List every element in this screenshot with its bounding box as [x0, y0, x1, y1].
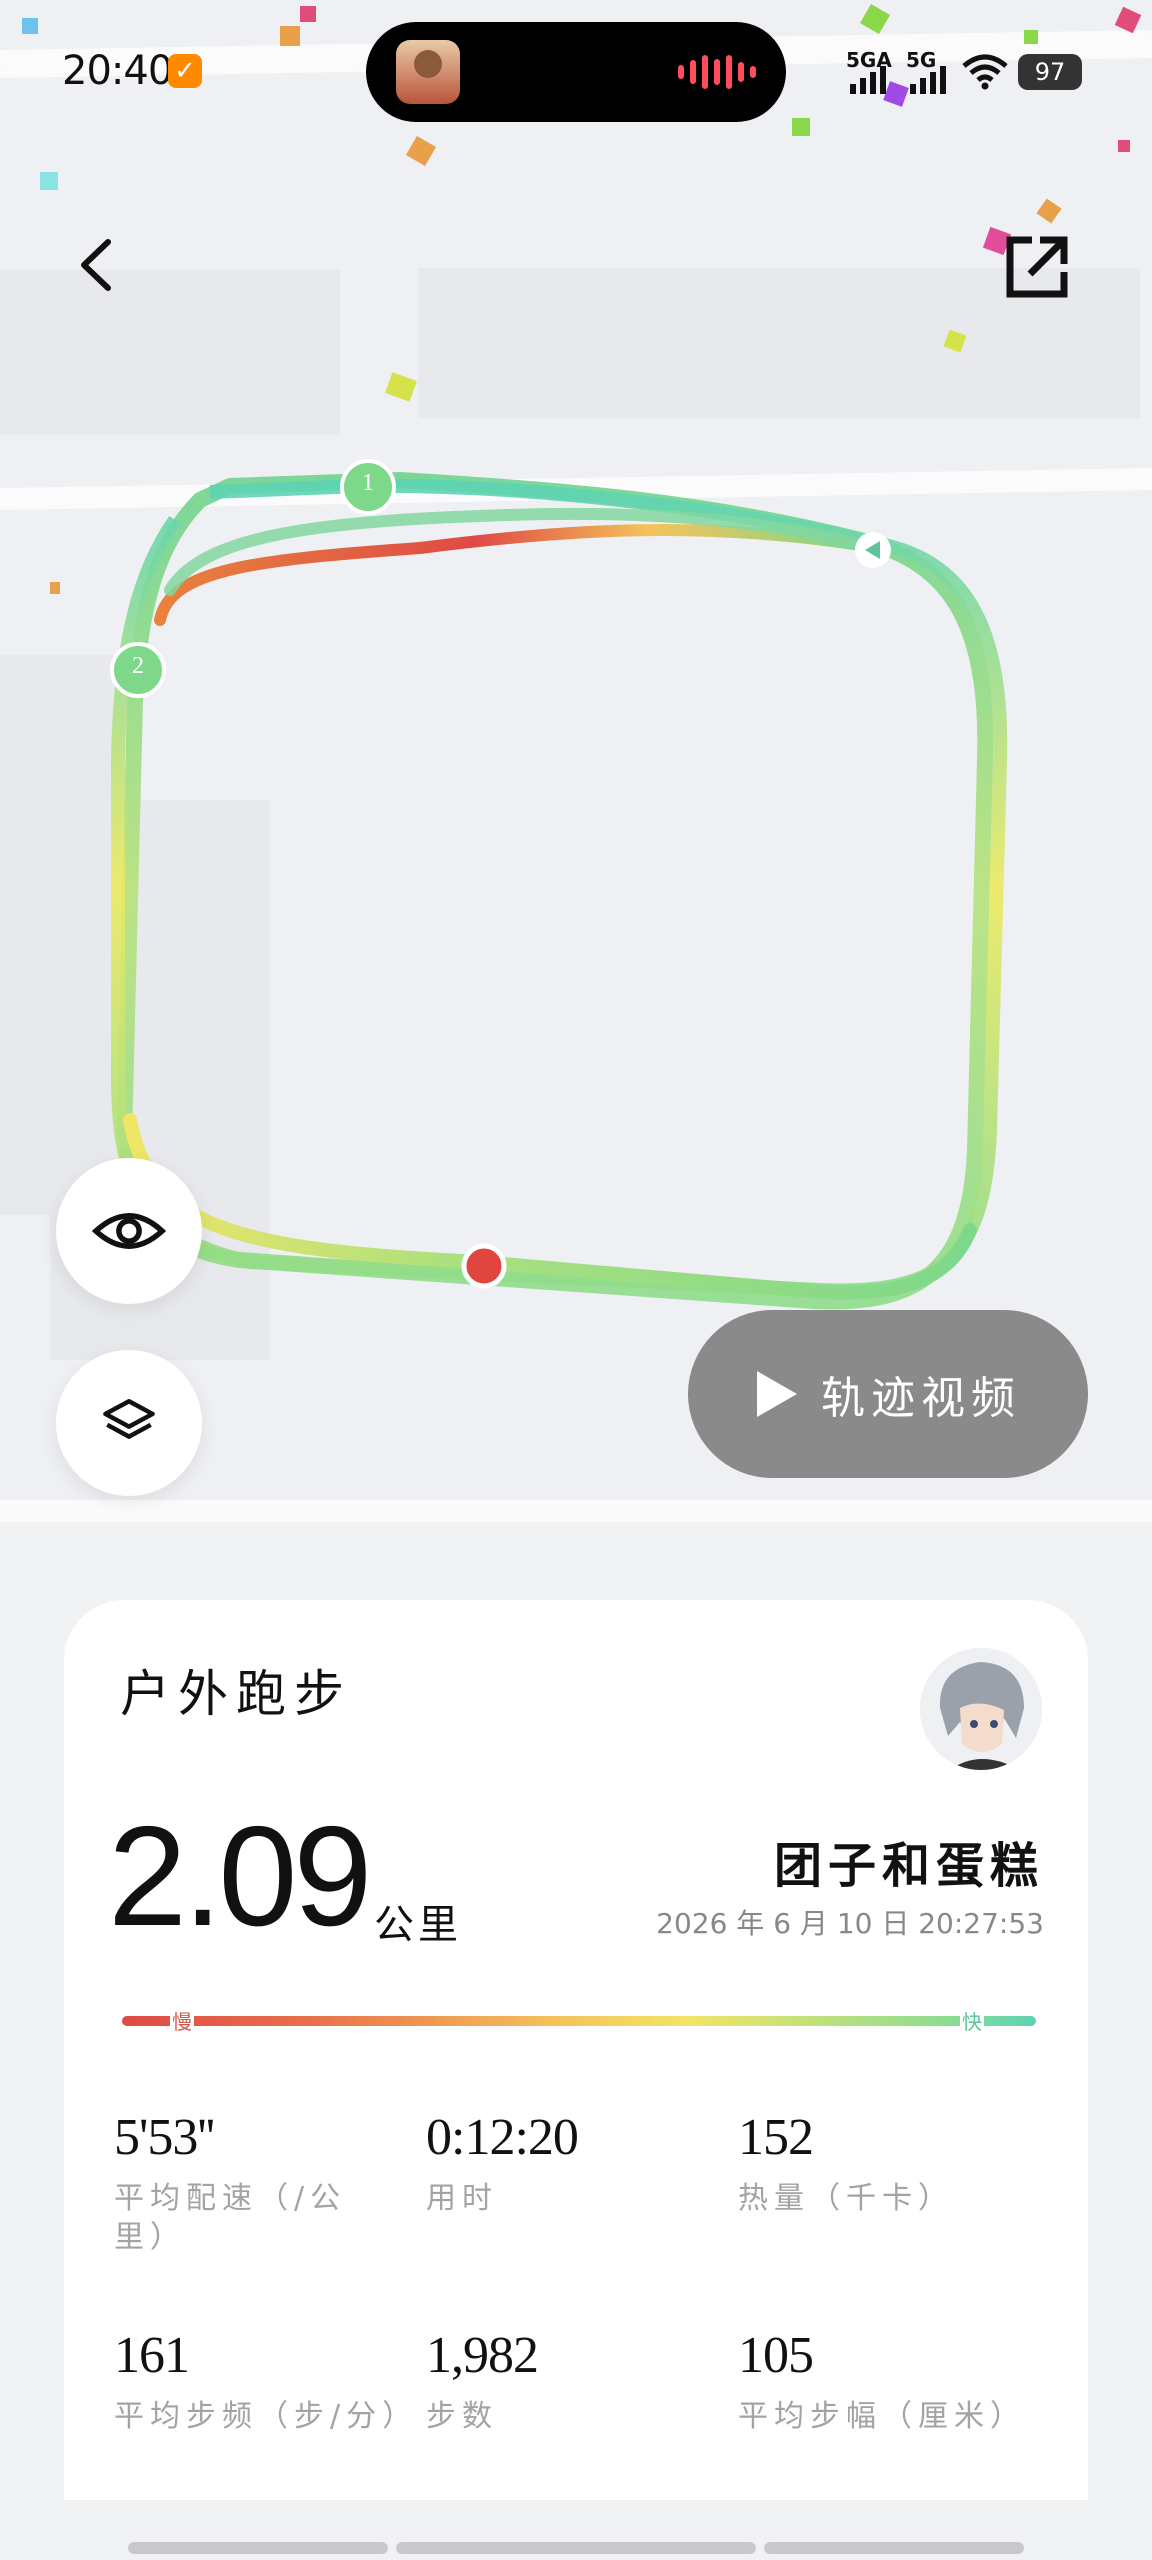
stat-calories: 152 热量（千卡）: [738, 2108, 988, 2218]
home-indicator: [128, 2542, 388, 2554]
eye-icon: [92, 1213, 166, 1249]
stat-value: 5'53'': [114, 2109, 215, 2166]
avatar-image: [920, 1648, 1042, 1770]
back-arrow-icon: [81, 239, 111, 291]
stat-label: 平均步幅（厘米）: [738, 2399, 1026, 2434]
notification-check-icon: ✓: [168, 54, 202, 88]
signal-bars-icon: [910, 66, 946, 94]
share-external-icon: [1006, 236, 1068, 298]
stat-duration: 0:12:20 用时: [426, 2108, 676, 2218]
sport-type-title: 户外跑步: [120, 1665, 352, 1723]
status-bar: 20:40 ✓ 5GA 5G 97: [0, 0, 1152, 150]
signal-bars-icon: [850, 66, 886, 94]
stat-label: 步数: [426, 2399, 498, 2434]
island-avatar: [396, 40, 460, 104]
pace-fast-label: 快: [960, 2006, 984, 2035]
username: 团子和蛋糕: [773, 1838, 1044, 1894]
home-indicator: [764, 2542, 1024, 2554]
home-indicator: [396, 2542, 756, 2554]
pace-slow-label: 慢: [170, 2006, 194, 2035]
stat-value: 161: [114, 2327, 190, 2384]
stat-value: 1,982: [426, 2327, 539, 2384]
stat-label: 用时: [426, 2181, 498, 2216]
user-avatar[interactable]: [920, 1648, 1042, 1770]
battery-indicator: 97: [1018, 54, 1082, 90]
run-summary-card: 户外跑步 2.09 公里 团子和蛋糕 2026 年 6 月 10 日 20:27…: [64, 1600, 1088, 2500]
km-marker-1: 1: [362, 470, 374, 496]
stat-avg-pace: 5'53'' 平均配速（/公里）: [114, 2108, 364, 2257]
wifi-icon: [962, 54, 1008, 90]
stat-steps: 1,982 步数: [426, 2326, 676, 2436]
distance-unit: 公里: [374, 1902, 462, 1948]
stat-stride: 105 平均步幅（厘米）: [738, 2326, 1038, 2436]
back-button[interactable]: [70, 230, 126, 300]
dynamic-island[interactable]: [366, 22, 786, 122]
visibility-toggle-button[interactable]: [56, 1158, 202, 1304]
share-button[interactable]: [1000, 230, 1074, 304]
play-icon: [757, 1371, 797, 1417]
sheet-divider: [0, 1510, 1152, 1522]
audio-wave-icon: [678, 54, 756, 90]
distance-value: 2.09: [108, 1797, 372, 1956]
layers-icon: [103, 1398, 155, 1439]
map-layers-button[interactable]: [56, 1350, 202, 1496]
stat-label: 热量（千卡）: [738, 2181, 954, 2216]
stat-label: 平均配速（/公里）: [114, 2181, 347, 2255]
track-video-label: 轨迹视频: [821, 1373, 1021, 1424]
stat-label: 平均步频（步/分）: [114, 2399, 419, 2434]
track-video-button[interactable]: 轨迹视频: [688, 1310, 1088, 1478]
status-time: 20:40: [62, 48, 173, 94]
stat-cadence: 161 平均步频（步/分）: [114, 2326, 414, 2436]
km-marker-2: 2: [132, 653, 144, 679]
pace-gradient-bar: [122, 2016, 1036, 2026]
stat-value: 152: [738, 2109, 814, 2166]
stat-value: 105: [738, 2327, 814, 2384]
stat-value: 0:12:20: [426, 2109, 579, 2166]
run-datetime: 2026 年 6 月 10 日 20:27:53: [656, 1907, 1044, 1940]
